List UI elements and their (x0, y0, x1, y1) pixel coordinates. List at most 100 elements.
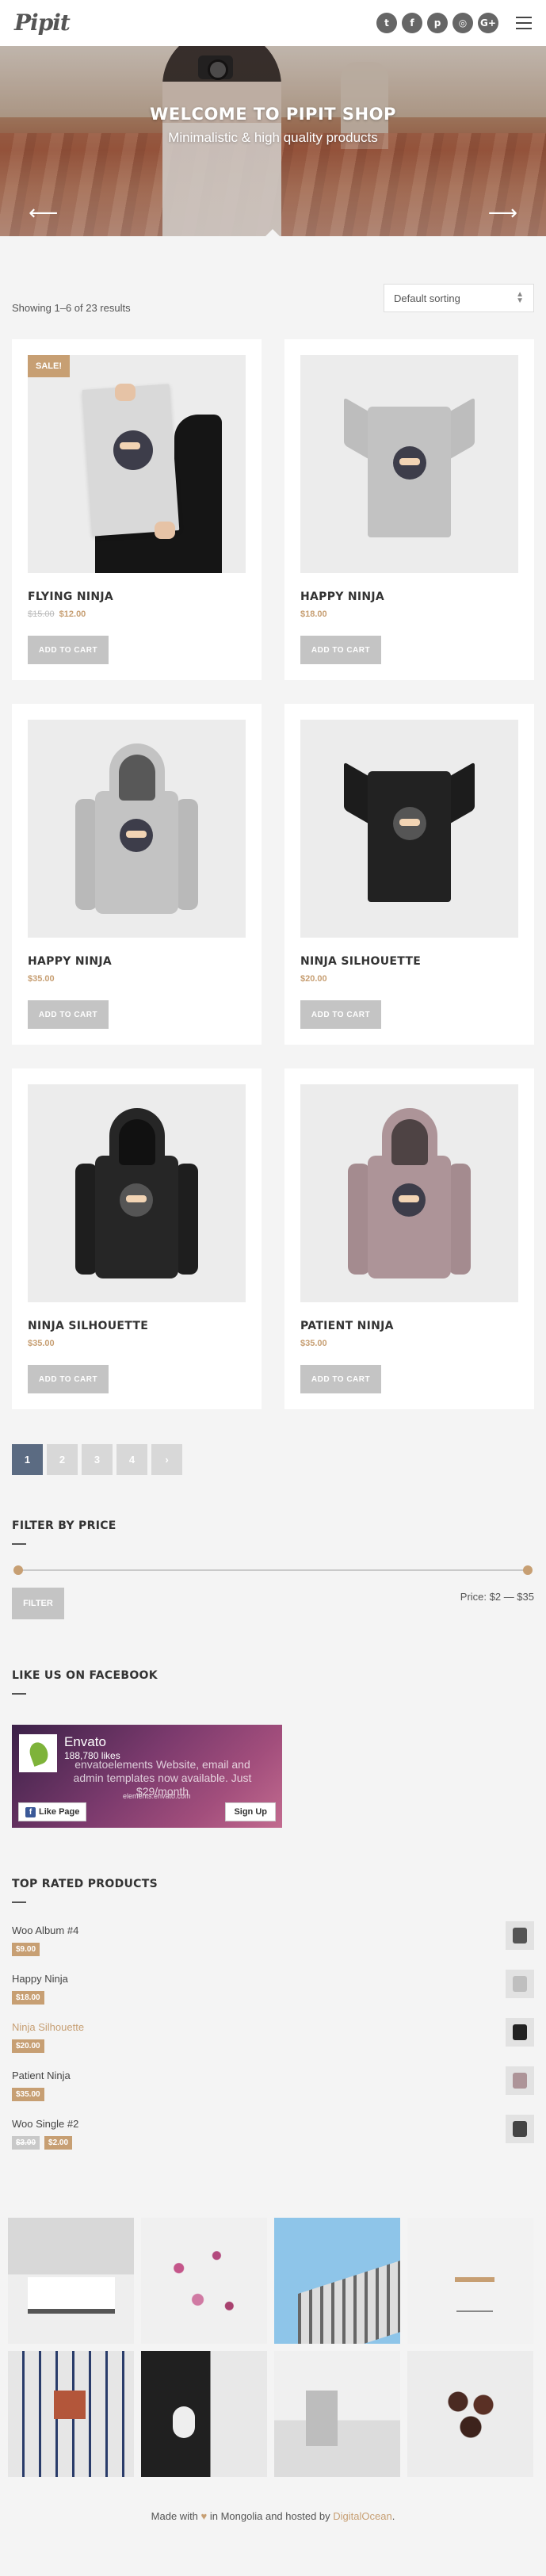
like-page-button[interactable]: f Like Page (18, 1802, 87, 1821)
product-image[interactable] (300, 1084, 518, 1302)
sorting-select[interactable]: Default sorting ▲ ▼ (384, 284, 534, 312)
fb-page-name[interactable]: Envato (64, 1734, 106, 1750)
top-rated-item: Woo Album #4 $9.00 (12, 1921, 534, 1973)
price-range-slider[interactable] (12, 1564, 534, 1577)
page-2-button[interactable]: 2 (47, 1444, 78, 1475)
hamburger-menu-icon[interactable] (516, 17, 532, 29)
product-name[interactable]: NINJA SILHOUETTE (28, 1320, 246, 1332)
instagram-photo[interactable] (141, 2351, 267, 2477)
instagram-photo[interactable] (141, 2218, 267, 2344)
pinterest-icon[interactable]: p (427, 13, 448, 33)
sign-up-label: Sign Up (234, 1807, 267, 1817)
price-filter-row: FILTER Price: $2 — $35 (12, 1588, 534, 1619)
site-logo[interactable]: Pipit (14, 10, 71, 36)
top-rated-price: $35.00 (12, 2088, 534, 2101)
product-card: SALE! FLYING NINJA $15.00 $12.00 ADD TO C… (12, 339, 262, 680)
price-current: $20.00 (12, 2039, 44, 2053)
sort-caret-icon: ▲ ▼ (516, 290, 524, 305)
instagram-photo[interactable] (407, 2351, 533, 2477)
product-image[interactable] (300, 720, 518, 938)
tshirt-image (344, 762, 475, 902)
page-3-button[interactable]: 3 (82, 1444, 113, 1475)
add-to-cart-button[interactable]: ADD TO CART (28, 1365, 109, 1393)
instagram-photo[interactable] (407, 2218, 533, 2344)
filter-button[interactable]: FILTER (12, 1588, 64, 1619)
top-rated-name[interactable]: Happy Ninja (12, 1973, 534, 1985)
tshirt-image (344, 397, 475, 537)
top-rated-name[interactable]: Woo Album #4 (12, 1924, 534, 1936)
product-image[interactable] (28, 720, 246, 938)
product-card: HAPPY NINJA $35.00 ADD TO CART (12, 704, 262, 1045)
add-to-cart-button[interactable]: ADD TO CART (300, 636, 381, 664)
add-to-cart-button[interactable]: ADD TO CART (300, 1000, 381, 1029)
product-image[interactable] (300, 355, 518, 573)
album-thumbnail[interactable] (506, 2115, 534, 2143)
top-rated-item: Woo Single #2 $3.00 $2.00 (12, 2115, 534, 2166)
product-price: $35.00 (28, 1339, 55, 1348)
top-rated-name[interactable]: Woo Single #2 (12, 2118, 534, 2130)
next-page-button[interactable]: › (151, 1444, 182, 1475)
top-rated-name[interactable]: Ninja Silhouette (12, 2021, 534, 2033)
instagram-photo[interactable] (8, 2218, 134, 2344)
arrow-left-icon[interactable]: ⟵ (29, 201, 58, 225)
top-rated-name[interactable]: Patient Ninja (12, 2070, 534, 2081)
hoodie-thumbnail[interactable] (506, 2066, 534, 2095)
slider-min-handle[interactable] (13, 1565, 23, 1575)
hoodie-image (75, 743, 198, 918)
product-name[interactable]: PATIENT NINJA (300, 1320, 518, 1332)
price-current: $12.00 (59, 610, 86, 619)
album-thumbnail[interactable] (506, 1921, 534, 1950)
tshirt-thumbnail[interactable] (506, 1970, 534, 1998)
product-card: NINJA SILHOUETTE $35.00 ADD TO CART (12, 1068, 262, 1409)
envato-leaf-icon (19, 1734, 57, 1772)
facebook-widget: LIKE US ON FACEBOOK envatoelements Websi… (0, 1669, 546, 1828)
sign-up-button[interactable]: Sign Up (225, 1802, 276, 1821)
ninja-silhouette-icon (120, 1183, 153, 1217)
facebook-icon[interactable]: f (402, 13, 422, 33)
product-name[interactable]: NINJA SILHOUETTE (300, 955, 518, 968)
product-name[interactable]: HAPPY NINJA (28, 955, 246, 968)
product-name[interactable]: FLYING NINJA (28, 590, 246, 603)
hero-slider: WELCOME TO PIPIT SHOP Minimalistic & hig… (0, 46, 546, 236)
hand (155, 522, 175, 539)
product-name[interactable]: HAPPY NINJA (300, 590, 518, 603)
ninja-icon (113, 430, 153, 470)
pagination: 1 2 3 4 › (0, 1444, 546, 1475)
instagram-photo[interactable] (274, 2218, 400, 2344)
site-footer: Made with ♥ in Mongolia and hosted by Di… (0, 2510, 546, 2554)
product-image[interactable]: SALE! (28, 355, 246, 573)
ninja-icon (120, 819, 153, 852)
google-plus-icon[interactable]: G+ (478, 13, 498, 33)
tshirt-thumbnail[interactable] (506, 2018, 534, 2047)
instagram-photo[interactable] (8, 2351, 134, 2477)
price-old: $15.00 (28, 610, 55, 619)
add-to-cart-button[interactable]: ADD TO CART (28, 1000, 109, 1029)
facebook-icon: f (25, 1806, 36, 1817)
add-to-cart-button[interactable]: ADD TO CART (28, 636, 109, 664)
top-rated-price: $20.00 (12, 2039, 534, 2053)
price-current: $35.00 (12, 2088, 44, 2101)
product-image[interactable] (28, 1084, 246, 1302)
product-price: $18.00 (300, 610, 327, 619)
product-card: PATIENT NINJA $35.00 ADD TO CART (284, 1068, 534, 1409)
footer-text: . (391, 2510, 395, 2522)
page-4-button[interactable]: 4 (116, 1444, 147, 1475)
page-1-button[interactable]: 1 (12, 1444, 43, 1475)
instagram-icon[interactable]: ◎ (452, 13, 473, 33)
price-current: $18.00 (12, 1991, 44, 2005)
heart-icon: ♥ (200, 2510, 208, 2522)
sorting-value: Default sorting (394, 292, 460, 304)
add-to-cart-button[interactable]: ADD TO CART (300, 1365, 381, 1393)
slider-max-handle[interactable] (523, 1565, 533, 1575)
digitalocean-link[interactable]: DigitalOcean (333, 2510, 391, 2522)
arrow-right-icon[interactable]: ⟶ (488, 201, 517, 225)
fb-like-count: 188,780 likes (64, 1750, 120, 1761)
fb-promo-url: elements.envato.com (123, 1792, 191, 1800)
ninja-icon (392, 1183, 426, 1217)
facebook-page-plugin[interactable]: envatoelements Website, email and admin … (12, 1725, 282, 1828)
instagram-photo[interactable] (274, 2351, 400, 2477)
price-filter-widget: FILTER BY PRICE FILTER Price: $2 — $35 (0, 1519, 546, 1619)
product-price: $15.00 $12.00 (28, 610, 246, 619)
twitter-icon[interactable]: t (376, 13, 397, 33)
price-current: $2.00 (44, 2136, 73, 2150)
